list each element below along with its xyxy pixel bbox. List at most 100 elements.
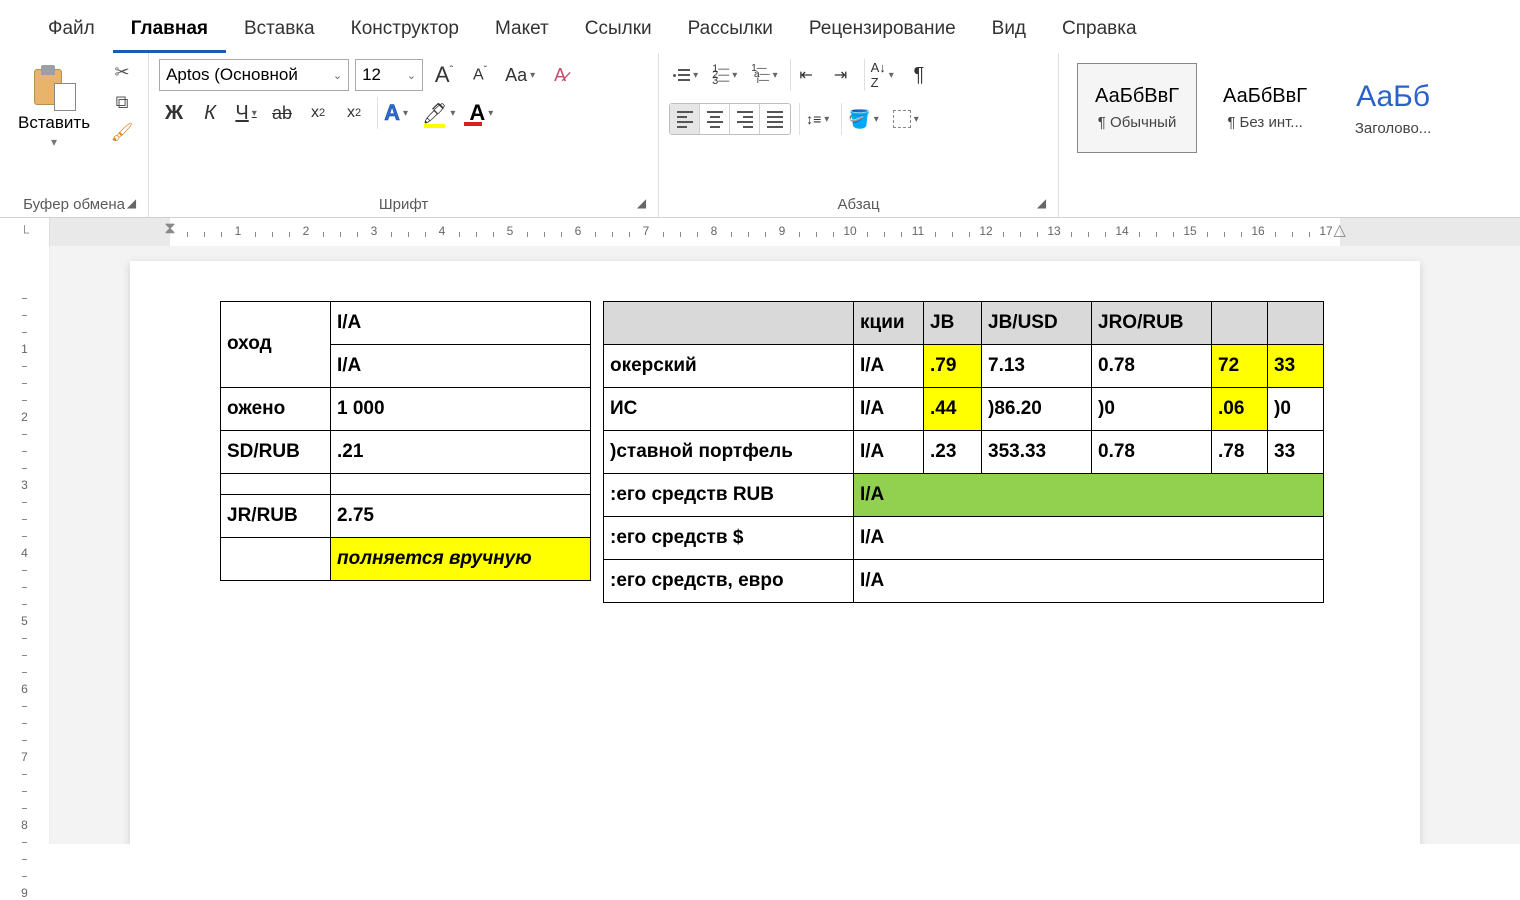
table-row[interactable]: :его средств RUBI/A (604, 473, 1324, 516)
table-cell[interactable]: 33 (1268, 344, 1324, 387)
table-header[interactable] (604, 301, 854, 344)
table-cell[interactable]: оход (221, 301, 331, 387)
font-name-combo[interactable]: Aptos (Основной⌄ (159, 59, 349, 91)
font-launcher[interactable]: ◢ (637, 196, 646, 210)
tab-review[interactable]: Рецензирование (791, 8, 974, 53)
table-header[interactable]: JB (924, 301, 982, 344)
shrink-font-button[interactable]: Aˇ (465, 59, 495, 91)
style-heading1[interactable]: АаБб Заголово... (1333, 63, 1453, 153)
multilevel-button[interactable]: 1— a— i— (747, 59, 781, 91)
table-header[interactable] (1268, 301, 1324, 344)
table-cell[interactable]: 0.78 (1092, 344, 1212, 387)
table-cell[interactable]: I/A (854, 516, 1324, 559)
table-cell[interactable]: .44 (924, 387, 982, 430)
copy-button[interactable]: ⧉ (110, 91, 134, 113)
numbering-button[interactable]: 1—2—3— (708, 59, 741, 91)
table-cell[interactable]: 72 (1212, 344, 1268, 387)
highlight-button[interactable]: 🖊 (418, 97, 459, 129)
table-cell[interactable]: I/A (854, 430, 924, 473)
justify-button[interactable] (760, 104, 790, 134)
table-cell[interactable]: .21 (331, 430, 591, 473)
table-cell[interactable]: I/A (854, 473, 1324, 516)
align-right-button[interactable] (730, 104, 760, 134)
paragraph-launcher[interactable]: ◢ (1037, 196, 1046, 210)
shading-button[interactable]: 🪣 (841, 103, 882, 135)
horizontal-ruler[interactable]: ⧗123456789101112131415161718△ (50, 218, 1520, 246)
decrease-indent-button[interactable]: ⇤ (790, 59, 820, 91)
table-row[interactable]: окерскийI/A.797.130.787233 (604, 344, 1324, 387)
table-cell[interactable]: полняется вручную (331, 537, 591, 580)
table-cell[interactable]: )86.20 (982, 387, 1092, 430)
table-cell[interactable]: :его средств $ (604, 516, 854, 559)
change-case-button[interactable]: Aa (501, 59, 539, 91)
style-no-spacing[interactable]: АаБбВвГ ¶ Без инт... (1205, 63, 1325, 153)
tab-mailings[interactable]: Рассылки (670, 8, 791, 53)
table-row[interactable]: :его средств, евроI/A (604, 559, 1324, 602)
clear-formatting-button[interactable]: A̷ (545, 59, 575, 91)
font-color-button[interactable]: A (465, 97, 497, 129)
format-painter-button[interactable]: 🖌 (110, 121, 134, 143)
table-cell[interactable]: )0 (1268, 387, 1324, 430)
tab-file[interactable]: Файл (30, 8, 113, 53)
tab-references[interactable]: Ссылки (567, 8, 670, 53)
text-effects-button[interactable]: A (377, 97, 412, 129)
page[interactable]: оходI/A I/A ожено1 000 SD/RUB.21 JR/RUB2… (130, 261, 1420, 844)
show-marks-button[interactable]: ¶ (904, 59, 934, 91)
tab-design[interactable]: Конструктор (333, 8, 477, 53)
table-cell[interactable]: 2.75 (331, 494, 591, 537)
table-cell[interactable]: окерский (604, 344, 854, 387)
right-table[interactable]: кции JB JB/USD JRO/RUB окерскийI/A.797.1… (603, 281, 1324, 603)
italic-button[interactable]: К (195, 97, 225, 129)
table-cell[interactable]: 353.33 (982, 430, 1092, 473)
table-cell[interactable]: .79 (924, 344, 982, 387)
strikethrough-button[interactable]: ab (267, 97, 297, 129)
superscript-button[interactable]: x2 (339, 97, 369, 129)
table-row[interactable]: )ставной портфельI/A.23353.330.78.7833 (604, 430, 1324, 473)
bold-button[interactable]: Ж (159, 97, 189, 129)
table-cell[interactable] (221, 537, 331, 580)
table-cell[interactable]: 0.78 (1092, 430, 1212, 473)
table-cell[interactable]: :его средств RUB (604, 473, 854, 516)
align-left-button[interactable] (670, 104, 700, 134)
table-cell[interactable]: :его средств, евро (604, 559, 854, 602)
table-row[interactable]: :его средств $I/A (604, 516, 1324, 559)
table-cell[interactable]: I/A (854, 559, 1324, 602)
paste-button[interactable]: Вставить ▾ (10, 59, 98, 153)
table-cell[interactable] (331, 473, 591, 494)
table-cell[interactable]: .78 (1212, 430, 1268, 473)
table-header[interactable]: кции (854, 301, 924, 344)
table-cell[interactable]: I/A (331, 344, 591, 387)
table-header[interactable]: JB/USD (982, 301, 1092, 344)
bullets-button[interactable] (669, 59, 702, 91)
table-cell[interactable]: ИС (604, 387, 854, 430)
tab-selector[interactable]: └ (0, 218, 50, 246)
clipboard-launcher[interactable]: ◢ (127, 196, 136, 210)
table-cell[interactable]: .06 (1212, 387, 1268, 430)
tab-layout[interactable]: Макет (477, 8, 567, 53)
align-center-button[interactable] (700, 104, 730, 134)
table-header[interactable]: JRO/RUB (1092, 301, 1212, 344)
underline-button[interactable]: Ч (231, 97, 261, 129)
table-cell[interactable]: )ставной портфель (604, 430, 854, 473)
table-cell[interactable]: )0 (1092, 387, 1212, 430)
font-size-combo[interactable]: 12⌄ (355, 59, 423, 91)
table-cell[interactable] (221, 473, 331, 494)
table-cell[interactable]: 7.13 (982, 344, 1092, 387)
table-cell[interactable]: JR/RUB (221, 494, 331, 537)
table-cell[interactable]: I/A (854, 387, 924, 430)
table-row[interactable]: ИСI/A.44)86.20)0.06)0 (604, 387, 1324, 430)
table-cell[interactable]: I/A (854, 344, 924, 387)
tab-insert[interactable]: Вставка (226, 8, 333, 53)
table-cell[interactable]: SD/RUB (221, 430, 331, 473)
sort-button[interactable]: A↓Z (864, 59, 898, 91)
table-cell[interactable]: .23 (924, 430, 982, 473)
grow-font-button[interactable]: Aˆ (429, 59, 459, 91)
table-cell[interactable]: I/A (331, 301, 591, 344)
table-header[interactable] (1212, 301, 1268, 344)
tab-help[interactable]: Справка (1044, 8, 1155, 53)
line-spacing-button[interactable]: ↕≡ (799, 103, 833, 135)
vertical-ruler[interactable]: 123456789 (0, 246, 50, 844)
table-cell[interactable]: 1 000 (331, 387, 591, 430)
style-normal[interactable]: АаБбВвГ ¶ Обычный (1077, 63, 1197, 153)
borders-button[interactable] (889, 103, 923, 135)
